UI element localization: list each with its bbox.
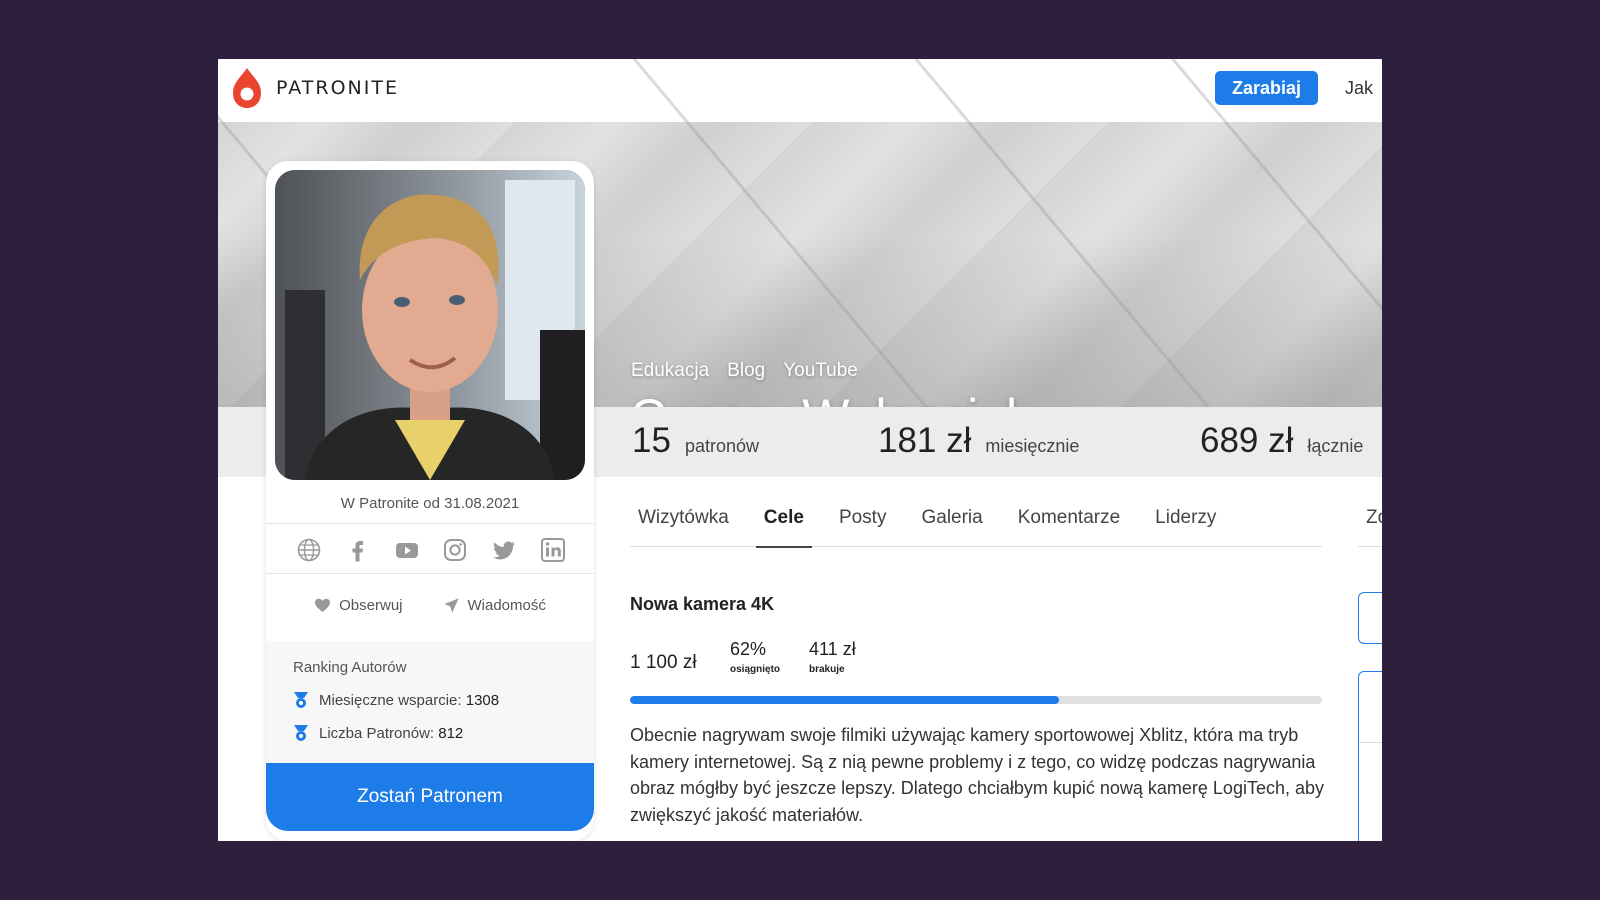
stat-patrons-value: 15 xyxy=(632,421,671,460)
tag-education[interactable]: Edukacja xyxy=(631,360,709,382)
tab-komentarze[interactable]: Komentarze xyxy=(1010,489,1128,547)
top-navigation: PATRONITE Zarabiaj Jak xyxy=(218,59,1382,122)
goal-percent: 62% osiągnięto xyxy=(730,639,780,675)
stat-monthly-label: miesięcznie xyxy=(985,436,1080,456)
stat-total-value: 689 zł xyxy=(1200,421,1294,460)
facebook-icon[interactable] xyxy=(345,537,371,563)
patronite-flame-icon xyxy=(233,68,261,108)
profile-tabs: Wizytówka Cele Posty Galeria Komentarze … xyxy=(630,489,1322,548)
goal-title: Nowa kamera 4K xyxy=(630,594,775,614)
goal-progress-fill xyxy=(630,696,1060,704)
follow-label: Obserwuj xyxy=(339,597,403,614)
become-patron-button[interactable]: Zostań Patronem xyxy=(266,763,594,831)
ranking-monthly-value: 1308 xyxy=(465,691,500,709)
instagram-icon[interactable] xyxy=(442,537,468,563)
goal-description: Obecnie nagrywam swoje filmiki używając … xyxy=(630,725,1324,825)
ranking-patrons-value: 812 xyxy=(438,724,464,742)
profile-actions: Obserwuj Wiadomość xyxy=(266,597,594,614)
tab-posty[interactable]: Posty xyxy=(831,489,895,547)
message-label: Wiadomość xyxy=(467,597,546,614)
nav-link-cut[interactable]: Jak xyxy=(1345,78,1373,99)
avatar xyxy=(275,170,585,480)
goal-amount: 1 100 zł xyxy=(630,652,697,673)
divider xyxy=(266,573,594,574)
tab-cut[interactable]: Zo xyxy=(1366,507,1382,529)
tag-youtube[interactable]: YouTube xyxy=(783,360,858,382)
globe-icon[interactable] xyxy=(296,537,322,563)
goal-percent-value: 62% xyxy=(730,639,767,659)
follow-button[interactable]: Obserwuj xyxy=(314,597,403,614)
stat-monthly-value: 181 zł xyxy=(878,421,972,460)
author-ranking: Ranking Autorów Miesięczne wsparcie: 130… xyxy=(266,641,594,763)
side-panel-box[interactable] xyxy=(1358,671,1382,841)
avatar-photo xyxy=(275,170,585,480)
earn-button[interactable]: Zarabiaj xyxy=(1215,71,1318,105)
ranking-patrons: Liczba Patronów: 812 xyxy=(293,724,463,742)
tab-galeria[interactable]: Galeria xyxy=(913,489,990,547)
medal-icon xyxy=(294,725,308,741)
tag-blog[interactable]: Blog xyxy=(727,360,765,382)
stat-patrons: 15 patronów xyxy=(632,421,759,461)
tab-cele[interactable]: Cele xyxy=(755,489,813,548)
tab-wizytowka[interactable]: Wizytówka xyxy=(630,489,737,547)
profile-card: W Patronite od 31.08.2021 Obserwuj Wiado… xyxy=(266,161,594,841)
goal-missing: 411 zł brakuje xyxy=(809,639,856,675)
heart-icon xyxy=(315,598,331,612)
goal-missing-value: 411 zł xyxy=(809,639,856,659)
goal-missing-label: brakuje xyxy=(809,664,845,675)
logo-text: PATRONITE xyxy=(276,77,399,99)
goal-progress-bar xyxy=(630,696,1322,704)
stat-total-label: łącznie xyxy=(1307,436,1364,456)
ranking-patrons-label: Liczba Patronów: xyxy=(319,724,435,742)
tab-liderzy[interactable]: Liderzy xyxy=(1147,489,1224,547)
divider xyxy=(1359,742,1382,743)
linkedin-icon[interactable] xyxy=(540,537,566,563)
divider xyxy=(1358,546,1382,547)
patronite-logo[interactable]: PATRONITE xyxy=(230,67,399,109)
goal-percent-label: osiągnięto xyxy=(730,664,781,675)
side-panel-box[interactable] xyxy=(1358,592,1382,644)
ranking-monthly: Miesięczne wsparcie: 1308 xyxy=(293,691,499,709)
ranking-monthly-label: Miesięczne wsparcie: xyxy=(319,691,462,709)
stat-patrons-label: patronów xyxy=(684,436,759,456)
category-tags: Edukacja Blog YouTube xyxy=(631,360,858,382)
stat-monthly: 181 zł miesięcznie xyxy=(878,421,1079,461)
member-since: W Patronite od 31.08.2021 xyxy=(340,495,520,512)
divider xyxy=(266,523,594,524)
ranking-title: Ranking Autorów xyxy=(293,659,407,676)
stat-total: 689 zł łącznie xyxy=(1200,421,1363,461)
youtube-icon[interactable] xyxy=(394,537,420,563)
send-icon xyxy=(443,598,459,613)
twitter-icon[interactable] xyxy=(491,537,517,563)
medal-icon xyxy=(294,692,308,708)
browser-viewport: PATRONITE Zarabiaj Jak Edukacja Blog You… xyxy=(218,59,1382,841)
social-links xyxy=(296,537,566,563)
message-button[interactable]: Wiadomość xyxy=(443,597,546,614)
